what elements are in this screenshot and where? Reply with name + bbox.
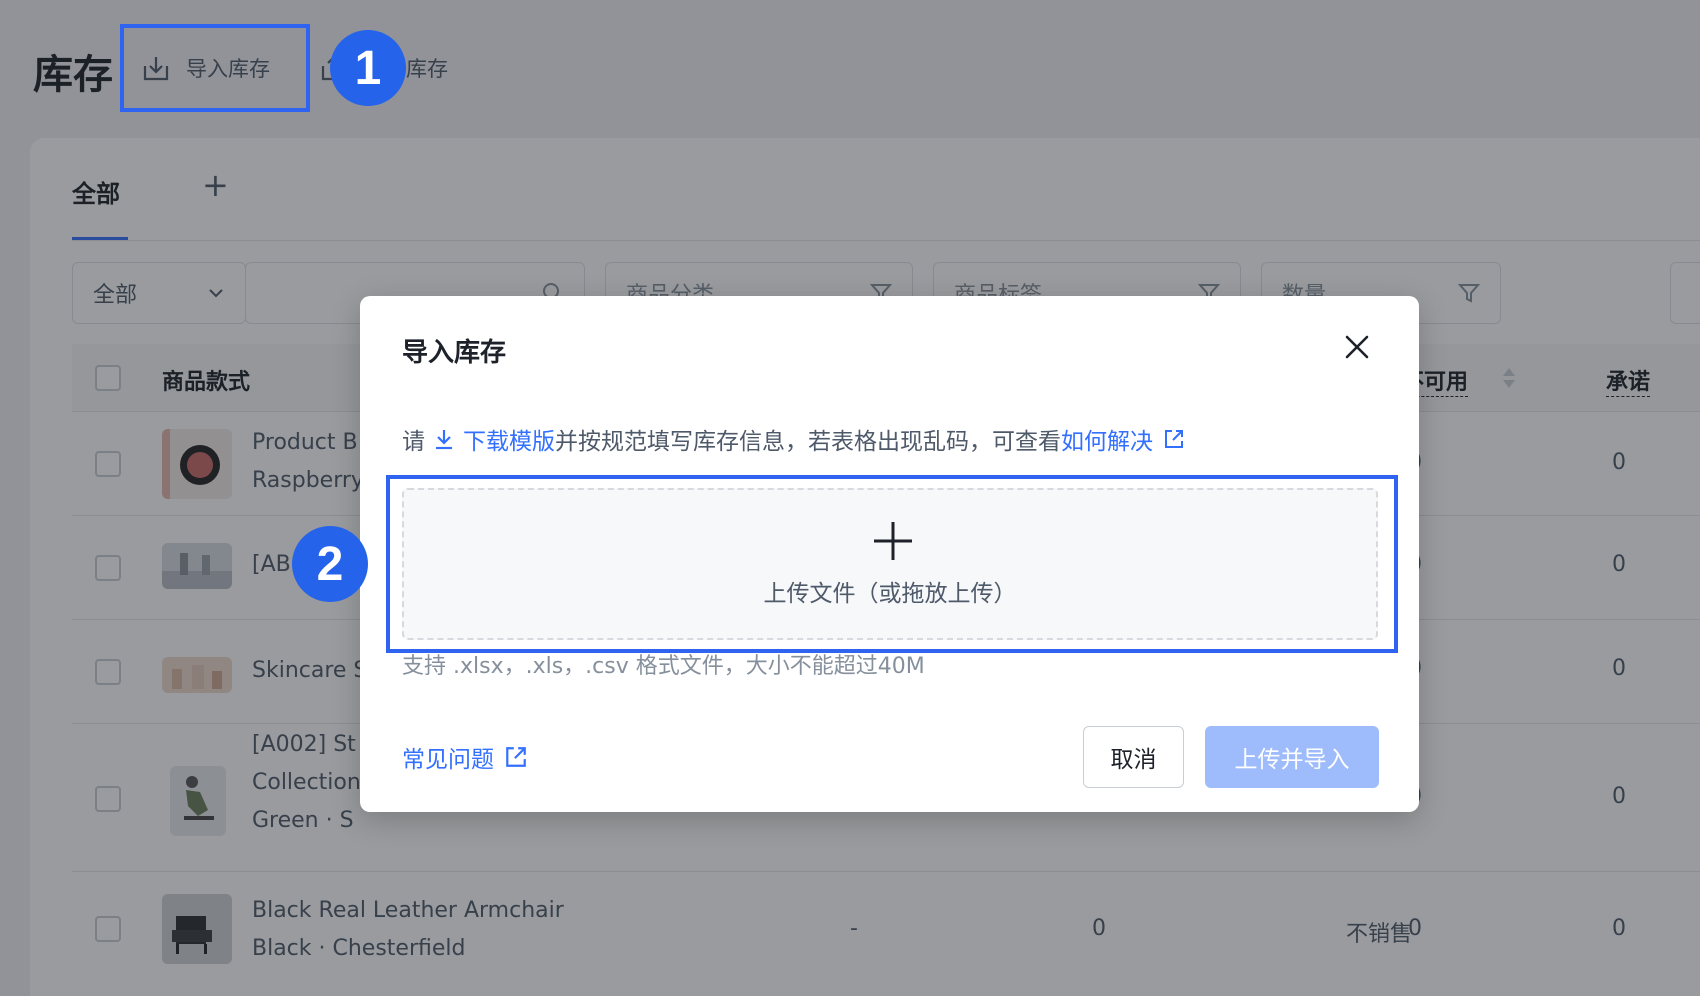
faq-link[interactable]: 常见问题 <box>402 740 528 774</box>
dropzone-label: 上传文件（或拖放上传） <box>763 581 1017 607</box>
dialog-title: 导入库存 <box>402 338 507 368</box>
close-icon[interactable] <box>1342 332 1372 362</box>
plus-icon <box>874 522 912 560</box>
download-template-link[interactable]: 下载模版 <box>433 422 555 456</box>
file-format-hint: 支持 .xlsx，.xls，.csv 格式文件，大小不能超过40M <box>402 654 925 679</box>
step1-badge: 1 <box>330 30 406 106</box>
import-inventory-dialog: 导入库存 请 下载模版 并按规范填写库存信息，若表格出现乱码，可查看 如何解决 … <box>360 296 1419 812</box>
faq-label: 常见问题 <box>402 747 494 773</box>
external-link-icon <box>1165 430 1183 448</box>
tip-middle: 并按规范填写库存信息，若表格出现乱码，可查看 <box>555 429 1061 455</box>
step2-badge: 2 <box>292 526 368 602</box>
template-tip: 请 下载模版 并按规范填写库存信息，若表格出现乱码，可查看 如何解决 <box>402 422 1185 456</box>
file-dropzone[interactable]: 上传文件（或拖放上传） <box>402 488 1378 640</box>
cancel-button[interactable]: 取消 <box>1083 726 1184 788</box>
tip-prefix: 请 <box>402 429 425 455</box>
upload-and-import-button[interactable]: 上传并导入 <box>1205 726 1379 788</box>
how-to-solve-label: 如何解决 <box>1061 429 1153 455</box>
download-template-label: 下载模版 <box>463 429 555 455</box>
download-icon <box>436 430 452 450</box>
external-link-icon <box>506 747 526 767</box>
how-to-solve-link[interactable]: 如何解决 <box>1061 422 1185 456</box>
